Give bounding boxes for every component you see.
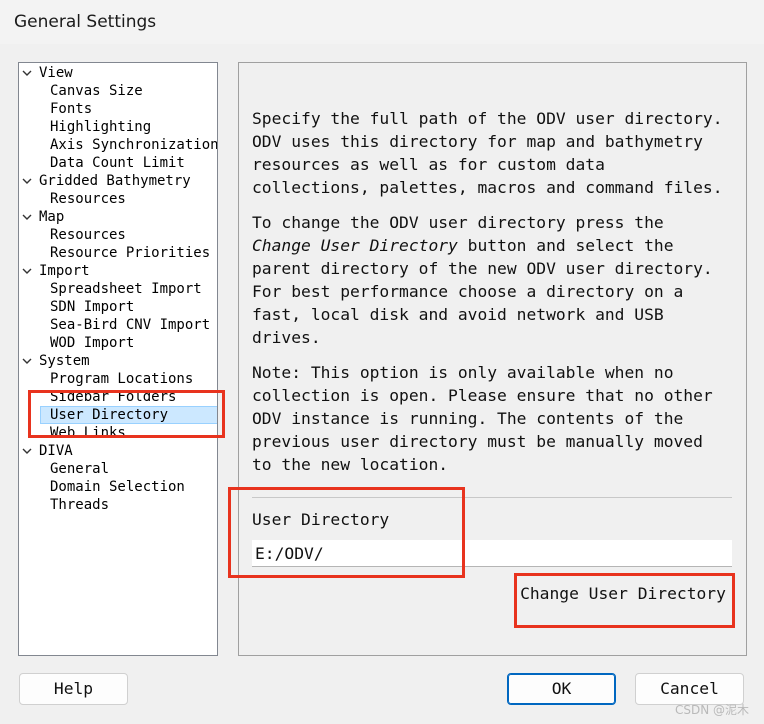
tree-item[interactable]: Gridded Bathymetry [19,172,217,190]
tree-item[interactable]: Sidebar Folders [19,388,217,406]
tree-item-label: Canvas Size [50,83,143,99]
chevron-down-icon[interactable] [21,355,33,367]
tree-item[interactable]: User Directory [19,406,217,424]
chevron-down-icon[interactable] [21,67,33,79]
tree-item[interactable]: Resources [19,190,217,208]
tree-item-label: User Directory [40,406,217,424]
chevron-down-icon[interactable] [21,175,33,187]
tree-item-label: Resources [50,191,126,207]
tree-item-label: General [50,461,110,477]
user-directory-label: User Directory [252,510,390,529]
tree-item-label: Web Links [50,425,126,441]
tree-item[interactable]: Program Locations [19,370,217,388]
para2-prefix: To change the ODV user directory press t… [252,213,664,232]
para2-emphasis: Change User Directory [252,236,458,255]
tree-item-label: Sidebar Folders [50,389,177,405]
tree-item[interactable]: Resource Priorities [19,244,217,262]
tree-item-label: Resource Priorities [50,245,211,261]
tree-item[interactable]: Canvas Size [19,82,217,100]
tree-item[interactable]: General [19,460,217,478]
tree-item[interactable]: SDN Import [19,298,217,316]
tree-item[interactable]: WOD Import [19,334,217,352]
tree-item[interactable]: View [19,64,217,82]
tree-item-label: Threads [50,497,110,513]
tree-item[interactable]: Domain Selection [19,478,217,496]
tree-item-label: Spreadsheet Import [50,281,202,297]
tree-item[interactable]: Highlighting [19,118,217,136]
description-paragraph-1: Specify the full path of the ODV user di… [252,109,723,197]
tree-item-label: Resources [50,227,126,243]
tree-item[interactable]: Spreadsheet Import [19,280,217,298]
tree-item-label: Sea-Bird CNV Import [50,317,211,333]
tree-item[interactable]: Data Count Limit [19,154,217,172]
chevron-down-icon[interactable] [21,265,33,277]
tree-item-label: View [39,65,73,81]
tree-item[interactable]: DIVA [19,442,217,460]
tree-item[interactable]: Import [19,262,217,280]
tree-item[interactable]: System [19,352,217,370]
tree-item-label: SDN Import [50,299,135,315]
tree-item[interactable]: Map [19,208,217,226]
description-paragraph-2: To change the ODV user directory press t… [252,211,742,349]
change-user-directory-button[interactable]: Change User Directory [516,580,730,608]
tree-item-label: Fonts [50,101,93,117]
tree-item[interactable]: Axis Synchronization [19,136,217,154]
tree-item-label: Axis Synchronization [50,137,218,153]
tree-item[interactable]: Sea-Bird CNV Import [19,316,217,334]
tree-item-label: Highlighting [50,119,152,135]
tree-item-label: Domain Selection [50,479,185,495]
tree-item-label: System [39,353,90,369]
tree-item-label: Data Count Limit [50,155,185,171]
tree-item[interactable]: Threads [19,496,217,514]
chevron-down-icon[interactable] [21,211,33,223]
tree-item-label: Gridded Bathymetry [39,173,191,189]
settings-tree[interactable]: View Canvas Size Fonts Highlighting Axis Syn… [18,62,218,656]
chevron-down-icon[interactable] [21,445,33,457]
window-title: General Settings [0,0,764,44]
tree-item-label: Map [39,209,65,225]
para2-rest: button and select the [457,236,674,255]
para2-tail: parent directory of the new ODV user dir… [252,259,713,347]
tree-item[interactable]: Fonts [19,100,217,118]
watermark: CSDN @泥木 [675,703,750,717]
tree-item-label: Program Locations [50,371,194,387]
tree-item-label: Import [39,263,90,279]
divider [252,497,732,498]
tree-item[interactable]: Web Links [19,424,217,442]
tree-item-label: DIVA [39,443,73,459]
description-paragraph-3: Note: This option is only available when… [252,363,713,474]
user-directory-input[interactable] [252,540,732,567]
help-button[interactable]: Help [19,673,128,705]
tree-item[interactable]: Resources [19,226,217,244]
settings-panel: Specify the full path of the ODV user di… [238,62,747,656]
ok-button[interactable]: OK [507,673,616,705]
tree-item-label: WOD Import [50,335,135,351]
